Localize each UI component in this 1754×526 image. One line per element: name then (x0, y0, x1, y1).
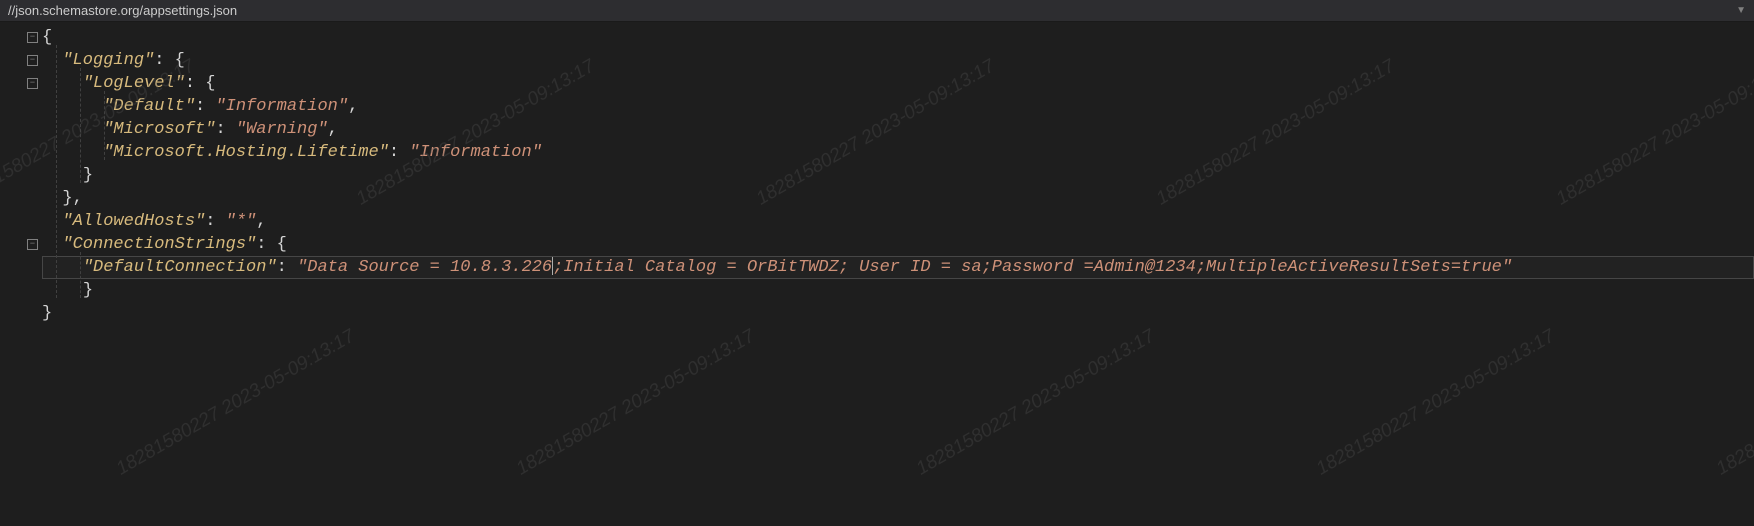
code-line[interactable]: "AllowedHosts": "*", (42, 210, 1754, 233)
gutter: − − − − (0, 22, 42, 526)
code-line[interactable]: }, (42, 187, 1754, 210)
code-line[interactable]: "Default": "Information", (42, 95, 1754, 118)
code-line[interactable]: "ConnectionStrings": { (42, 233, 1754, 256)
code-line[interactable]: "DefaultConnection": "Data Source = 10.8… (42, 256, 1754, 279)
editor-area[interactable]: − − − − { "Logging": { "LogLevel": { "De… (0, 22, 1754, 526)
dropdown-arrow-icon[interactable]: ▼ (1736, 5, 1746, 16)
code-line[interactable]: } (42, 164, 1754, 187)
fold-icon[interactable]: − (27, 32, 38, 43)
code-line[interactable]: } (42, 279, 1754, 302)
code-content[interactable]: { "Logging": { "LogLevel": { "Default": … (42, 22, 1754, 526)
connection-string-value: "Data Source = 10.8.3.226;Initial Catalo… (297, 258, 1512, 277)
schema-url: //json.schemastore.org/appsettings.json (8, 3, 237, 18)
schema-bar[interactable]: //json.schemastore.org/appsettings.json … (0, 0, 1754, 22)
fold-icon[interactable]: − (27, 78, 38, 89)
code-line[interactable]: "Microsoft.Hosting.Lifetime": "Informati… (42, 141, 1754, 164)
code-line[interactable]: } (42, 302, 1754, 325)
code-line[interactable]: "Logging": { (42, 49, 1754, 72)
code-line[interactable]: "Microsoft": "Warning", (42, 118, 1754, 141)
code-line[interactable]: { (42, 26, 1754, 49)
fold-icon[interactable]: − (27, 55, 38, 66)
text-caret (552, 257, 553, 275)
fold-icon[interactable]: − (27, 239, 38, 250)
code-line[interactable]: "LogLevel": { (42, 72, 1754, 95)
